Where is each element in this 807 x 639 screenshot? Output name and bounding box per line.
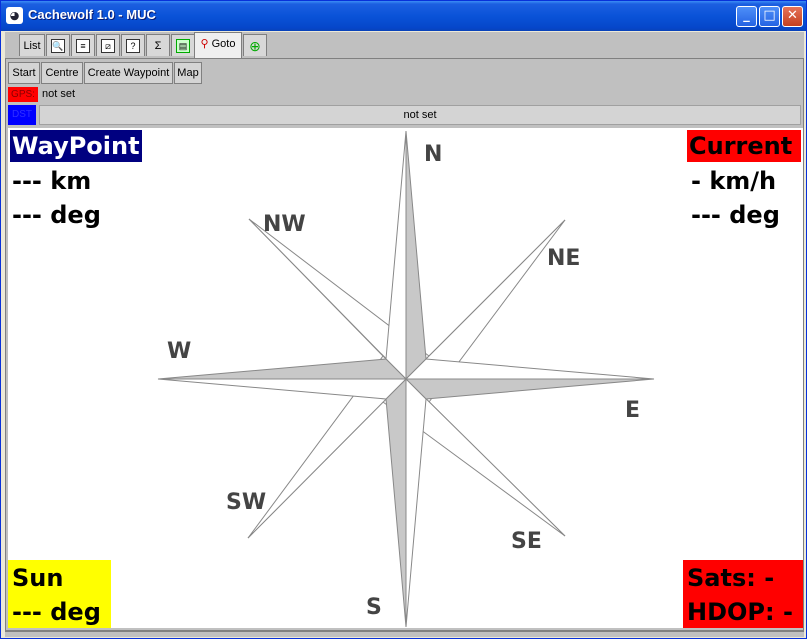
tab-bar: List 🔍 ≡ ⧄ ? Σ ▤ ⚲ Goto ⊕ bbox=[5, 32, 804, 58]
sats-box: Sats: - HDOP: - bbox=[683, 560, 803, 628]
tab-hints[interactable]: ? bbox=[121, 34, 145, 56]
tab-goto-label: Goto bbox=[211, 38, 236, 50]
status-strip bbox=[5, 631, 804, 637]
waypoint-title: WayPoint bbox=[10, 130, 142, 162]
tab-details[interactable]: 🔍 bbox=[46, 34, 70, 56]
waypoint-distance: --- km bbox=[12, 167, 92, 195]
goto-panel: Start Centre Create Waypoint Map GPS: no… bbox=[5, 58, 804, 631]
compass-rose: N NW NE W E SW SE S bbox=[157, 130, 655, 628]
radar-icon: ⊕ bbox=[249, 38, 261, 54]
cachewolf-logo-icon: ◕ bbox=[6, 7, 23, 24]
tab-calc[interactable]: Σ bbox=[146, 34, 170, 56]
sun-bearing: --- deg bbox=[12, 598, 101, 626]
compass-label-sw: SW bbox=[226, 490, 266, 515]
dst-label: DST bbox=[8, 105, 36, 125]
app-window: ◕ Cachewolf 1.0 - MUC _ □ ✕ List 🔍 ≡ ⧄ ?… bbox=[0, 0, 807, 639]
create-waypoint-button[interactable]: Create Waypoint bbox=[84, 62, 173, 84]
destination-button[interactable]: not set bbox=[39, 105, 801, 125]
title-bar[interactable]: ◕ Cachewolf 1.0 - MUC _ □ ✕ bbox=[1, 1, 806, 31]
gps-status-label: GPS: bbox=[8, 87, 38, 102]
tab-images[interactable]: ⧄ bbox=[96, 34, 120, 56]
tab-radar[interactable]: ⊕ bbox=[243, 34, 267, 56]
tab-description[interactable]: ≡ bbox=[71, 34, 95, 56]
current-title: Current bbox=[687, 130, 801, 162]
window-title: Cachewolf 1.0 - MUC bbox=[28, 7, 156, 22]
tab-list-label: List bbox=[23, 40, 41, 52]
gps-status-value: not set bbox=[42, 88, 76, 100]
sats-count: Sats: - bbox=[687, 564, 775, 592]
sun-title: Sun bbox=[12, 564, 64, 592]
images-icon: ⧄ bbox=[101, 39, 115, 54]
hdop-value: HDOP: - bbox=[687, 598, 793, 626]
waypoint-bearing: --- deg bbox=[12, 201, 101, 229]
compass-label-se: SE bbox=[511, 529, 542, 554]
compass-label-n: N bbox=[424, 142, 442, 167]
goto-icon: ⚲ bbox=[200, 38, 209, 50]
tab-list[interactable]: List bbox=[19, 34, 45, 56]
map-button[interactable]: Map bbox=[174, 62, 202, 84]
sigma-icon: Σ bbox=[154, 40, 162, 52]
tab-solver[interactable]: ▤ bbox=[171, 34, 195, 56]
compass-label-w: W bbox=[167, 339, 191, 364]
current-speed: - km/h bbox=[691, 167, 777, 195]
tab-goto[interactable]: ⚲ Goto bbox=[194, 32, 242, 58]
compass-label-ne: NE bbox=[547, 246, 580, 271]
start-button[interactable]: Start bbox=[8, 62, 40, 84]
solver-icon: ▤ bbox=[176, 39, 190, 54]
maximize-button[interactable]: □ bbox=[759, 6, 780, 27]
sun-box: Sun --- deg bbox=[8, 560, 111, 628]
minimize-button[interactable]: _ bbox=[736, 6, 757, 27]
compass-label-e: E bbox=[625, 398, 640, 423]
compass-label-s: S bbox=[366, 595, 382, 620]
details-icon: 🔍 bbox=[51, 39, 65, 54]
current-bearing: --- deg bbox=[691, 201, 780, 229]
hints-icon: ? bbox=[126, 39, 140, 54]
compass-area: N NW NE W E SW SE S WayPoint --- km --- … bbox=[8, 128, 803, 628]
close-button[interactable]: ✕ bbox=[782, 6, 803, 27]
compass-label-nw: NW bbox=[263, 212, 306, 237]
centre-button[interactable]: Centre bbox=[41, 62, 83, 84]
description-icon: ≡ bbox=[76, 39, 90, 54]
